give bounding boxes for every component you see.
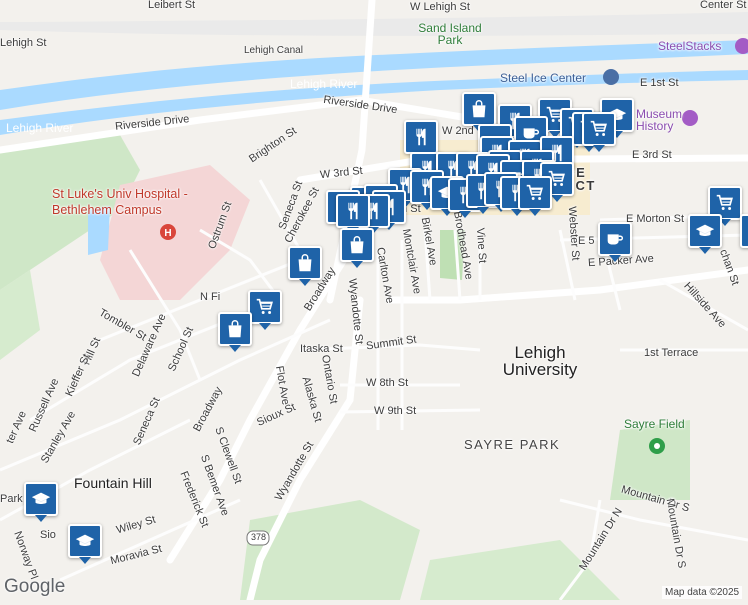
university-label: Lehigh University — [502, 343, 578, 379]
hospital-label: St Luke's Univ Hospital - Bethlehem Camp… — [52, 187, 188, 217]
street-label-e-3rd: E 3rd St — [632, 149, 672, 161]
park-label-sand-island: Sand Island Park — [418, 21, 482, 47]
street-label-vine: Vine St — [473, 227, 489, 264]
map-marker[interactable] — [582, 112, 616, 152]
river-label-1: Lehigh River — [290, 77, 358, 91]
map-marker[interactable] — [462, 92, 496, 132]
map-canvas[interactable]: H — [0, 0, 748, 604]
restaurant-icon — [348, 202, 358, 220]
street-label-w-2nd: W 2nd — [442, 125, 474, 137]
map-marker[interactable] — [336, 194, 370, 234]
shopping-cart-icon — [590, 120, 607, 136]
poi-label-museum: Museum History — [636, 107, 683, 133]
canal-label: Lehigh Canal — [244, 45, 303, 56]
poi-label-steelstacks: SteelStacks — [658, 39, 722, 53]
school-icon — [695, 224, 715, 237]
map-attribution[interactable]: Map data ©2025 — [662, 586, 743, 599]
street-label-e-1st: E 1st St — [640, 77, 679, 89]
map-marker[interactable] — [340, 228, 374, 268]
map-marker[interactable] — [688, 214, 722, 254]
map-marker[interactable] — [248, 290, 282, 330]
label-park-left: Park — [0, 493, 23, 505]
park-label-sayre-field: Sayre Field — [624, 417, 685, 431]
street-label-w-lehigh: W Lehigh St — [410, 1, 470, 13]
shopping-bag-icon — [350, 236, 364, 254]
street-label-w-9th: W 9th St — [374, 405, 417, 417]
map-marker[interactable] — [24, 482, 58, 522]
street-label-sio: Sio — [40, 529, 56, 541]
river-label-2: Lehigh River — [6, 121, 74, 135]
street-label-n-fi: N Fi — [200, 291, 221, 303]
shopping-bag-icon — [298, 254, 312, 272]
street-label-lehigh-st: Lehigh St — [0, 37, 47, 49]
street-label-w-8th: W 8th St — [366, 377, 409, 389]
street-label-itaska: Itaska St — [300, 343, 343, 355]
map-marker[interactable] — [288, 246, 322, 286]
map-base: H — [0, 0, 748, 604]
map-marker[interactable] — [518, 176, 552, 216]
route-shield-label: 378 — [251, 532, 267, 542]
map-marker[interactable] — [68, 524, 102, 564]
map-marker[interactable] — [598, 222, 632, 262]
neighborhood-label-sayre-park: SAYRE PARK — [464, 437, 561, 452]
shopping-cart-icon — [256, 298, 273, 314]
shopping-cart-icon — [716, 194, 733, 210]
google-logo: Google — [4, 576, 66, 597]
map-marker[interactable] — [740, 214, 748, 248]
restaurant-icon — [416, 128, 426, 146]
svg-text:H: H — [164, 228, 171, 239]
shopping-cart-icon — [526, 184, 543, 200]
street-label-e-morton: E Morton St — [626, 213, 685, 225]
poi-label-steel-ice: Steel Ice Center — [500, 71, 587, 85]
school-icon — [31, 492, 51, 505]
street-label-center-st: Center St — [700, 0, 747, 11]
shopping-bag-icon — [228, 320, 242, 338]
town-label-fountain-hill: Fountain Hill — [74, 475, 152, 491]
map-marker[interactable] — [218, 312, 252, 352]
school-icon — [75, 534, 95, 547]
map-marker[interactable] — [404, 120, 438, 160]
street-label-1st-terrace: 1st Terrace — [644, 347, 699, 359]
street-label-leibert: Leibert St — [148, 0, 196, 11]
shopping-bag-icon — [472, 100, 486, 118]
cafe-icon — [607, 234, 624, 245]
